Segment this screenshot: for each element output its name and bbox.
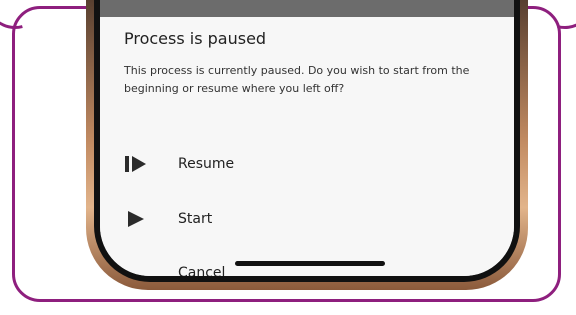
dialog-title: Process is paused [124,29,267,48]
resume-option[interactable]: Resume [124,149,484,179]
resume-label: Resume [178,156,235,172]
callout-tail-left [0,0,56,40]
cancel-label: Cancel [178,265,226,276]
dialog-message: This process is currently paused. Do you… [124,64,470,95]
phone-frame: Process is paused This process is curren… [86,0,528,290]
home-indicator [235,261,385,266]
start-option[interactable]: Start [124,204,484,234]
phone-screen: Process is paused This process is curren… [100,0,514,276]
start-label: Start [178,211,213,227]
screenshot-stage: Process is paused This process is curren… [0,0,576,315]
resume-icon [124,154,150,174]
paused-dialog: Process is paused This process is curren… [100,17,514,276]
callout-tail-right [524,0,576,40]
phone-bezel: Process is paused This process is curren… [94,0,520,282]
play-icon [124,209,150,229]
status-strip [100,0,514,17]
